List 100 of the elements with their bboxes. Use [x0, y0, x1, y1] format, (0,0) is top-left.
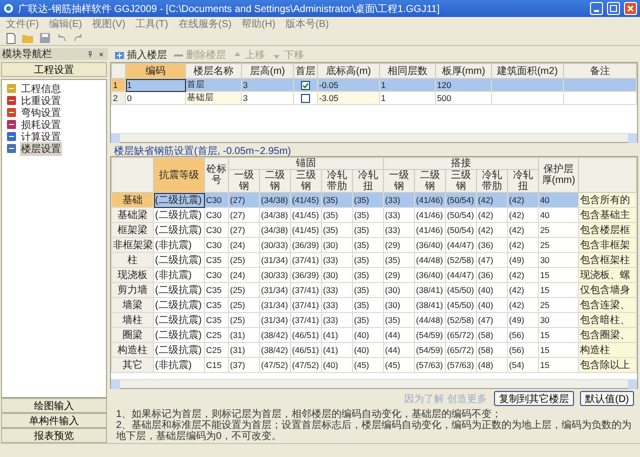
column-header: 首层 [294, 64, 318, 78]
corner-cell [578, 158, 636, 192]
table-cell: 构造柱 [578, 342, 636, 358]
row-header: 墙梁 [112, 298, 154, 312]
table-cell: -3.05 [318, 92, 380, 104]
table-row[interactable]: 墙梁 (二级抗震) C35 (25) (31/34) (37/41) (33) (35) (30) (38/41) (45/50) (40) (42) 25 包含连梁、 [112, 298, 636, 312]
column-header: 二级钢 [260, 170, 290, 192]
close-icon [627, 5, 634, 12]
checkbox[interactable] [301, 81, 310, 90]
column-header: 保护层厚(mm) [538, 158, 579, 192]
column-header: 抗震等级 [154, 158, 204, 192]
maximize-icon [610, 5, 617, 12]
menu-item[interactable]: 工具(T) [135, 17, 168, 31]
table-row[interactable]: 墙柱 (二级抗震) C35 (25) (31/34) (37/41) (33) (35) (35) (44/48) (52/58) (47) (49) 30 包含暗柱、 [112, 312, 636, 328]
table-row[interactable]: 剪力墙 (二级抗震) C35 (25) (31/34) (37/41) (33) (35) (30) (38/41) (45/50) (40) (42) 15 仅包含墙身 [112, 282, 636, 298]
table-cell: 0 [126, 92, 186, 104]
column-header: 冷轧扭 [352, 170, 384, 192]
row-header: 框架梁 [112, 222, 154, 238]
menu-item[interactable]: 文件(F) [6, 17, 39, 31]
toolbar-button[interactable]: 插入楼层 [114, 48, 167, 62]
table-cell: 包含非框架 [578, 238, 636, 252]
menu-item[interactable]: 帮助(H) [242, 17, 276, 31]
nav-button[interactable]: 绘图输入 [1, 398, 107, 413]
column-header: 编码 [126, 64, 186, 78]
column-header: 冷轧带肋 [476, 170, 508, 192]
column-header: 楼层名称 [186, 64, 242, 78]
scrollbar[interactable] [111, 379, 637, 388]
table-cell: (二级抗震) [154, 192, 204, 208]
tree-item[interactable]: 楼层设置 [20, 142, 62, 156]
table-cell: (48) [476, 358, 508, 372]
insert-rows-icon [114, 50, 125, 60]
maximize-button[interactable] [607, 2, 620, 15]
table-cell: 包含框架柱 [578, 252, 636, 268]
row-number: 1 [112, 78, 126, 92]
table-row[interactable]: 2 0 基础层 3 -3.05 1 500 [112, 92, 636, 104]
table-cell: (37) [228, 358, 260, 372]
table-cell: 3 [242, 92, 294, 104]
table-row[interactable]: 其它 (非抗震) C15 (37) (47/52) (47/52) (40) (45) (45) (57/63) (57/63) (48) (54) 15 包含除以上 [112, 358, 636, 372]
table-row[interactable]: 基础 (二级抗震) C30 (27) (34/38) (41/45) (35) (35) (33) (41/46) (50/54) (42) (42) 40 包含所有的 [112, 192, 636, 208]
nav-button[interactable]: 单构件输入 [1, 413, 107, 428]
table-cell: (45) [352, 358, 384, 372]
table-row[interactable]: 圈梁 (二级抗震) C25 (31) (38/42) (46/51) (41) (40) (44) (54/59) (65/72) (58) (56) 15 包含圈梁、 [112, 328, 636, 342]
save-button[interactable] [38, 32, 51, 44]
table-row[interactable]: 非框架梁 (非抗震) C30 (24) (30/33) (36/39) (30) (35) (29) (36/40) (44/47) (36) (42) 25 包含非框架 [112, 238, 636, 252]
table-row[interactable]: 1 1 首层 3 -0.05 1 120 [112, 78, 636, 92]
tree-item[interactable]: 弯钩设置 [20, 106, 62, 120]
tree-item[interactable]: 工程信息 [20, 82, 62, 96]
row-header: 现浇板 [112, 268, 154, 282]
note-text: 2、基础层和标准层不能设置为首层；设置首层标志后，楼层编码自动变化，编码为正数的为地上层，编码为负数的为地下层，基础层编码为0，不可改变。 [116, 420, 632, 442]
row-number: 2 [112, 92, 126, 104]
column-header: 相同层数 [380, 64, 436, 78]
menu-item[interactable]: 视图(V) [92, 17, 126, 31]
minimize-button[interactable] [590, 2, 603, 15]
table-cell: (47/52) [260, 358, 290, 372]
row-header: 非框架梁 [112, 238, 154, 252]
tree-item[interactable]: 损耗设置 [20, 118, 62, 132]
column-header: 三级钢 [290, 170, 322, 192]
table-cell: (非抗震) [154, 358, 204, 372]
dialog-button[interactable]: 默认值(D) [580, 391, 634, 406]
tree-item[interactable]: 计算设置 [20, 130, 62, 144]
table-row[interactable]: 现浇板 (非抗震) C30 (24) (30/33) (36/39) (30) (35) (29) (36/40) (44/47) (36) (42) 15 现浇板、螺 [112, 268, 636, 282]
menu-item[interactable]: 版本号(B) [285, 17, 329, 31]
table-cell: (57/63) [446, 358, 477, 372]
column-header: 三级钢 [446, 170, 477, 192]
tree-item[interactable]: 比重设置 [20, 94, 62, 108]
row-header: 构造柱 [112, 342, 154, 358]
scrollbar[interactable] [111, 133, 637, 142]
table-cell: 500 [436, 92, 492, 104]
row-header: 墙柱 [112, 312, 154, 328]
column-group-header: 锚固 [228, 158, 384, 170]
column-header: 建筑面积(m2) [492, 64, 564, 78]
table-cell: (47/52) [290, 358, 322, 372]
table-cell: 包含除以上 [578, 358, 636, 372]
note-text: 1、如果标记为首层，则标记层为首层，相邻楼层的编码自动变化，基础层的编码不变； [116, 409, 503, 420]
row-header: 基础 [112, 192, 154, 208]
table-cell: 1 [126, 78, 186, 92]
window-title: 广联达-钢筋抽样软件 GGJ2009 - [C:\Documents and Settings\Administrator\桌面\工程1.GGJ11] [18, 2, 441, 16]
menu-item[interactable]: 编辑(E) [48, 17, 82, 31]
nav-button[interactable]: 报表预览 [1, 428, 107, 443]
table-row[interactable]: 构造柱 (二级抗震) C25 (31) (38/42) (46/51) (41) (40) (44) (54/59) (65/72) (58) (56) 15 构造柱 [112, 342, 636, 358]
app-icon [3, 3, 14, 14]
checkbox[interactable] [301, 94, 310, 104]
column-header: 冷轧带肋 [322, 170, 352, 192]
corner-cell [112, 64, 126, 78]
column-header: 一级钢 [384, 170, 415, 192]
close-button[interactable] [624, 2, 637, 15]
corner-cell [112, 158, 154, 192]
table-row[interactable]: 框架梁 (二级抗震) C30 (27) (34/38) (41/45) (35) (35) (33) (41/46) (50/54) (42) (42) 25 包含楼层框 [112, 222, 636, 238]
column-group-header: 搭接 [384, 158, 539, 170]
table-row[interactable]: 柱 (二级抗震) C35 (25) (31/34) (37/41) (33) (35) (35) (44/48) (52/58) (47) (49) 30 包含框架柱 [112, 252, 636, 268]
group-button[interactable]: 工程设置 [1, 62, 107, 77]
table-row[interactable]: 基础梁 (二级抗震) C30 (27) (34/38) (41/45) (35) (35) (33) (41/46) (50/54) (42) (42) 40 包含基础主 [112, 208, 636, 222]
table-cell: 包含圈梁、 [578, 328, 636, 342]
new-file-button[interactable] [4, 32, 17, 44]
menu-item[interactable]: 在线服务(S) [178, 17, 232, 31]
column-header: 冷轧扭 [508, 170, 539, 192]
table-cell: 1 [380, 92, 436, 104]
dialog-button[interactable]: 复制到其它楼层 [494, 391, 574, 406]
table-cell: 基础层 [186, 92, 242, 104]
panel-title: 模块导航栏 [2, 48, 53, 61]
